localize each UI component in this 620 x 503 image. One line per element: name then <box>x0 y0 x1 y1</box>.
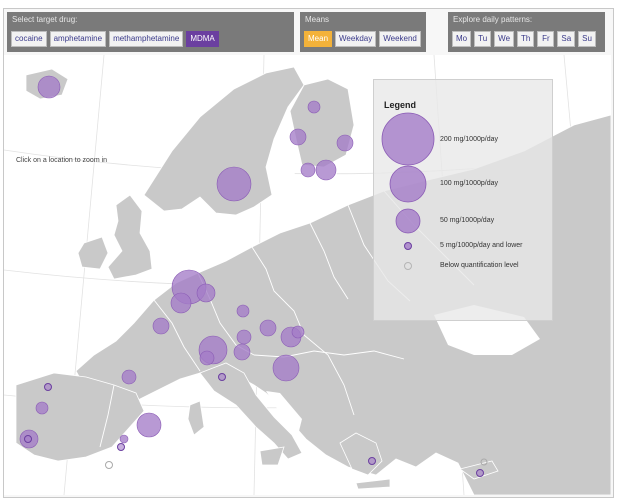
city-bubble[interactable] <box>315 159 337 181</box>
city-bubble[interactable] <box>289 128 307 146</box>
city-bubble[interactable] <box>152 317 170 335</box>
legend-label-100: 100 mg/1000p/day <box>440 180 498 187</box>
day-button-mo[interactable]: Mo <box>452 31 472 47</box>
drug-panel-title: Select target drug: <box>12 15 78 24</box>
daily-panel-title: Explore daily patterns: <box>453 15 533 24</box>
city-bubble[interactable] <box>37 75 61 99</box>
land-finland <box>289 78 355 168</box>
legend-circle-below-loq <box>404 262 412 270</box>
city-bubble[interactable] <box>300 162 316 178</box>
city-bubble[interactable] <box>259 319 277 337</box>
drug-button-methamphetamine[interactable]: methamphetamine <box>109 31 184 47</box>
city-bubble[interactable] <box>336 134 354 152</box>
city-bubble[interactable] <box>170 292 192 314</box>
day-button-tu[interactable]: Tu <box>474 31 492 47</box>
legend: Legend 200 mg/1000p/day 100 mg/1000p/day… <box>373 79 553 321</box>
city-bubble[interactable] <box>121 369 137 385</box>
legend-label-200: 200 mg/1000p/day <box>440 136 498 143</box>
means-button-weekend[interactable]: Weekend <box>379 31 421 47</box>
city-marker-low[interactable] <box>476 469 484 477</box>
city-bubble[interactable] <box>136 412 162 438</box>
means-panel-title: Means <box>305 15 330 24</box>
legend-circle-50 <box>395 208 421 234</box>
city-bubble[interactable] <box>196 283 216 303</box>
city-bubble[interactable] <box>119 434 129 444</box>
day-button-fr[interactable]: Fr <box>537 31 555 47</box>
legend-circle-5 <box>404 242 412 250</box>
city-marker-low[interactable] <box>368 457 376 465</box>
day-button-su[interactable]: Su <box>578 31 596 47</box>
daily-panel: Explore daily patterns: Mo Tu We Th Fr S… <box>448 12 605 52</box>
city-bubble[interactable] <box>216 166 252 202</box>
city-marker-below-loq[interactable] <box>105 461 113 469</box>
legend-symbols <box>381 112 435 270</box>
land-ireland <box>77 236 109 270</box>
city-marker-low[interactable] <box>44 383 52 391</box>
city-bubble[interactable] <box>291 325 305 339</box>
means-button-mean[interactable]: Mean <box>304 31 333 47</box>
land-great-britain <box>107 194 153 280</box>
city-bubble[interactable] <box>35 401 49 415</box>
means-button-weekday[interactable]: Weekday <box>335 31 377 47</box>
city-marker-low[interactable] <box>218 373 226 381</box>
legend-label-50: 50 mg/1000p/day <box>440 217 495 224</box>
city-bubble[interactable] <box>233 343 251 361</box>
control-bar: Select target drug: cocaine amphetamine … <box>3 8 612 54</box>
land-sardinia <box>187 400 205 436</box>
legend-circle-200 <box>381 112 435 166</box>
drug-button-mdma[interactable]: MDMA <box>186 31 219 47</box>
legend-label-5: 5 mg/1000p/day and lower <box>440 242 523 249</box>
city-marker-low[interactable] <box>24 435 32 443</box>
city-bubble[interactable] <box>236 329 252 345</box>
drug-button-cocaine[interactable]: cocaine <box>11 31 47 47</box>
land-crete <box>355 478 391 490</box>
city-bubble[interactable] <box>199 350 215 366</box>
legend-circle-100 <box>389 165 427 203</box>
drug-panel: Select target drug: cocaine amphetamine … <box>7 12 294 52</box>
day-button-th[interactable]: Th <box>517 31 535 47</box>
drug-button-amphetamine[interactable]: amphetamine <box>49 31 107 47</box>
city-bubble[interactable] <box>236 304 250 318</box>
city-bubble[interactable] <box>307 100 321 114</box>
day-button-sa[interactable]: Sa <box>557 31 576 47</box>
zoom-hint: Click on a location to zoom in <box>16 157 108 164</box>
means-panel: Means Mean Weekday Weekend <box>300 12 426 52</box>
land-sicily <box>259 446 285 466</box>
city-marker-low[interactable] <box>117 443 125 451</box>
city-bubble[interactable] <box>272 354 300 382</box>
legend-label-below-loq: Below quantification level <box>440 262 519 269</box>
day-button-we[interactable]: We <box>494 31 515 47</box>
